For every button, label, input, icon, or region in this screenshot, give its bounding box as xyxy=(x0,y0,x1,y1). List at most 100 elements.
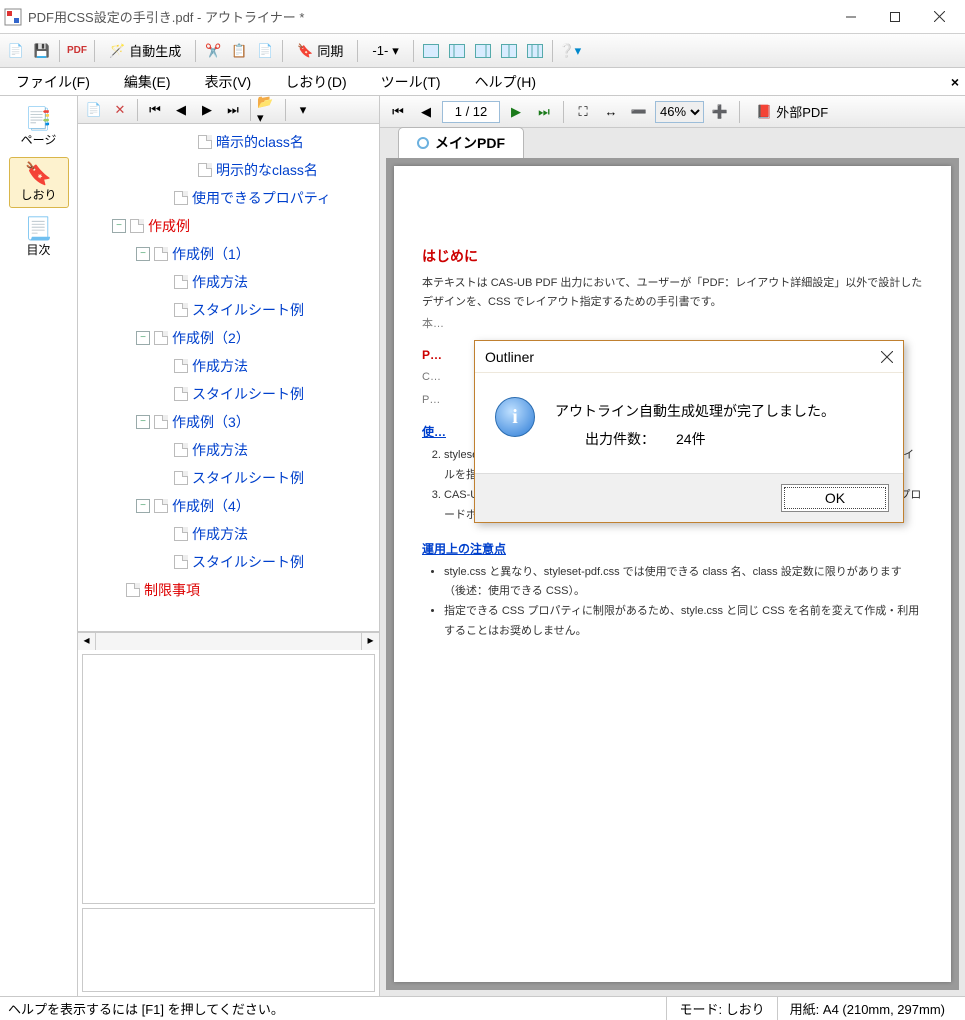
zoom-out-icon[interactable]: ➖ xyxy=(627,100,651,124)
pdf-first-icon[interactable]: ⏮ xyxy=(386,100,410,124)
menu-bookmark[interactable]: しおり(D) xyxy=(275,69,356,95)
page-icon xyxy=(174,471,188,485)
outline-delete-icon[interactable]: ✕ xyxy=(108,98,132,122)
outline-tree[interactable]: 暗示的class名明示的なclass名使用できるプロパティ−作成例−作成例（1）… xyxy=(78,124,379,632)
menu-close-icon[interactable]: × xyxy=(951,74,959,90)
tree-item[interactable]: 暗示的class名 xyxy=(82,128,375,156)
tree-item[interactable]: スタイルシート例 xyxy=(82,548,375,576)
layout1-icon[interactable] xyxy=(419,39,443,63)
menu-edit[interactable]: 編集(E) xyxy=(114,69,181,95)
layout4-icon[interactable] xyxy=(497,39,521,63)
dialog-ok-button[interactable]: OK xyxy=(781,484,889,512)
zoom-width-icon[interactable]: ↔ xyxy=(599,100,623,124)
zoom-in-icon[interactable]: ➕ xyxy=(708,100,732,124)
pdf-viewport[interactable]: はじめに 本テキストは CAS-UB PDF 出力において、ユーザーが「PDF：… xyxy=(386,158,959,990)
outline-prev-icon[interactable]: ◀ xyxy=(169,98,193,122)
tree-item[interactable]: −作成例（3） xyxy=(82,408,375,436)
status-mode: モード: しおり xyxy=(666,997,776,1020)
tree-item[interactable]: スタイルシート例 xyxy=(82,380,375,408)
tree-item[interactable]: スタイルシート例 xyxy=(82,296,375,324)
tab-icon xyxy=(417,137,429,149)
pdf-page-input[interactable] xyxy=(442,101,500,123)
pdf-prev-icon[interactable]: ◀ xyxy=(414,100,438,124)
nav-toc-label: 目次 xyxy=(26,241,50,258)
sync-icon: 🔖 xyxy=(297,43,313,59)
tree-item[interactable]: 明示的なclass名 xyxy=(82,156,375,184)
tree-item[interactable]: 作成方法 xyxy=(82,520,375,548)
new-icon[interactable]: 📄 xyxy=(4,39,28,63)
dialog-close-icon[interactable] xyxy=(881,351,893,363)
menu-tool[interactable]: ツール(T) xyxy=(371,69,451,95)
outline-more-icon[interactable]: ▾ xyxy=(291,98,315,122)
tree-item[interactable]: −作成例（2） xyxy=(82,324,375,352)
dialog-body: i アウトライン自動生成処理が完了しました。 出力件数： 24件 xyxy=(475,373,903,473)
nav-page[interactable]: 📑ページ xyxy=(9,102,69,153)
tree-label: 作成方法 xyxy=(192,356,248,376)
external-pdf-label: 外部PDF xyxy=(776,102,828,121)
info-icon: i xyxy=(495,397,535,437)
auto-generate-button[interactable]: 🪄自動生成 xyxy=(100,39,190,63)
main-toolbar: 📄 💾 PDF 🪄自動生成 ✂️ 📋 📄 🔖同期 -1-▾ ❔▾ xyxy=(0,34,965,68)
tree-item[interactable]: 作成方法 xyxy=(82,268,375,296)
tab-main-pdf[interactable]: メインPDF xyxy=(398,127,524,158)
tree-expander-icon[interactable]: − xyxy=(112,219,126,233)
tree-expander-icon[interactable]: − xyxy=(136,247,150,261)
paste-icon[interactable]: 📄 xyxy=(253,39,277,63)
layout2-icon[interactable] xyxy=(445,39,469,63)
outline-first-icon[interactable]: ⏮ xyxy=(143,98,167,122)
external-pdf-icon: 📕 xyxy=(756,104,772,120)
dialog-outliner: Outliner i アウトライン自動生成処理が完了しました。 出力件数： 24… xyxy=(474,340,904,523)
minimize-button[interactable] xyxy=(829,2,873,32)
copy-icon[interactable]: 📋 xyxy=(227,39,251,63)
outline-add-icon[interactable]: 📄 xyxy=(82,98,106,122)
page-icon xyxy=(174,359,188,373)
outline-next-icon[interactable]: ▶ xyxy=(195,98,219,122)
sync-button[interactable]: 🔖同期 xyxy=(288,39,352,63)
save-icon[interactable]: 💾 xyxy=(30,39,54,63)
app-icon xyxy=(4,8,22,26)
dialog-msg2: 出力件数： 24件 xyxy=(555,425,883,453)
tree-label: 作成例（1） xyxy=(172,244,250,264)
layout3-icon[interactable] xyxy=(471,39,495,63)
level-select[interactable]: -1-▾ xyxy=(363,39,407,63)
dialog-msg1: アウトライン自動生成処理が完了しました。 xyxy=(555,397,883,425)
level-label: -1- xyxy=(372,43,388,58)
menu-view[interactable]: 表示(V) xyxy=(195,69,262,95)
tree-item[interactable]: 作成方法 xyxy=(82,352,375,380)
close-button[interactable] xyxy=(917,2,961,32)
page-icon xyxy=(126,583,140,597)
pdf-icon[interactable]: PDF xyxy=(65,39,89,63)
tree-expander-icon[interactable]: − xyxy=(136,415,150,429)
outline-last-icon[interactable]: ⏭ xyxy=(221,98,245,122)
pdf-next-icon[interactable]: ▶ xyxy=(504,100,528,124)
doc-heading-caution: 運用上の注意点 xyxy=(422,540,923,557)
tree-item[interactable]: − 作成例（1） xyxy=(82,240,375,268)
outline-folder-icon[interactable]: 📂▾ xyxy=(256,98,280,122)
tree-item[interactable]: −作成例（4） xyxy=(82,492,375,520)
page-icon xyxy=(154,499,168,513)
zoom-select[interactable]: 46% xyxy=(655,101,704,123)
content-area: 📑ページ 🔖しおり 📃目次 📄 ✕ ⏮ ◀ ▶ ⏭ 📂▾ ▾ 暗示的class名… xyxy=(0,96,965,996)
tree-label: 明示的なclass名 xyxy=(216,160,318,180)
outline-hscroll[interactable]: ◂ ▸ xyxy=(78,632,379,650)
tree-expander-icon[interactable]: − xyxy=(136,331,150,345)
menu-help[interactable]: ヘルプ(H) xyxy=(465,69,546,95)
nav-bookmark[interactable]: 🔖しおり xyxy=(9,157,69,208)
tree-item[interactable]: −作成例 xyxy=(82,212,375,240)
tree-item[interactable]: 作成方法 xyxy=(82,436,375,464)
layout5-icon[interactable] xyxy=(523,39,547,63)
tree-expander-icon[interactable]: − xyxy=(136,499,150,513)
help-icon[interactable]: ❔▾ xyxy=(558,39,582,63)
tree-item[interactable]: スタイルシート例 xyxy=(82,464,375,492)
maximize-button[interactable] xyxy=(873,2,917,32)
nav-toc[interactable]: 📃目次 xyxy=(9,212,69,263)
cut-icon[interactable]: ✂️ xyxy=(201,39,225,63)
zoom-fit-icon[interactable]: ⛶ xyxy=(571,100,595,124)
tree-item[interactable]: 使用できるプロパティ xyxy=(82,184,375,212)
tree-item[interactable]: 制限事項 xyxy=(82,576,375,604)
toc-icon: 📃 xyxy=(25,217,52,241)
pdf-last-icon[interactable]: ⏭ xyxy=(532,100,556,124)
external-pdf-button[interactable]: 📕外部PDF xyxy=(747,100,837,124)
menu-file[interactable]: ファイル(F) xyxy=(6,69,100,95)
page-icon xyxy=(174,303,188,317)
